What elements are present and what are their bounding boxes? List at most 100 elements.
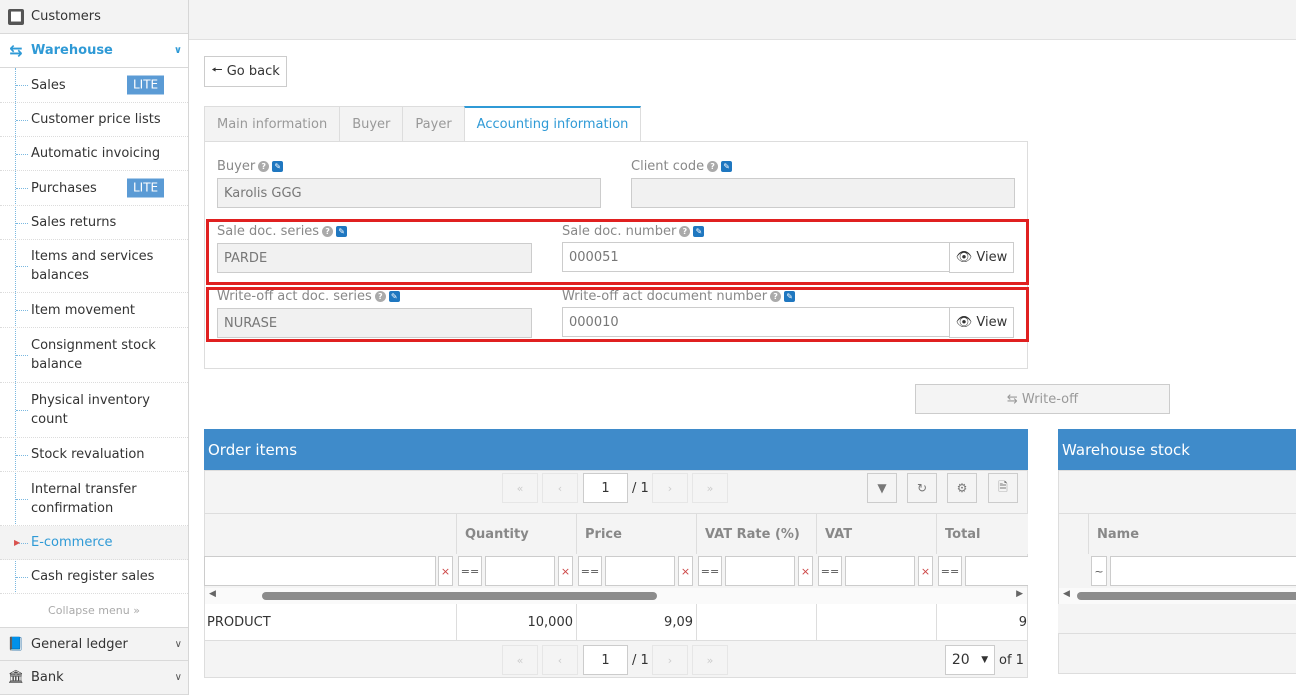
edit-icon[interactable]: ✎ — [784, 291, 795, 302]
clear-filter-icon[interactable]: × — [558, 556, 573, 586]
edit-icon[interactable]: ✎ — [693, 226, 704, 237]
column-header-quantity[interactable]: Quantity — [456, 513, 576, 554]
cell-price: 9,09 — [576, 604, 696, 640]
page-size-select[interactable]: 20▼ — [945, 645, 995, 675]
horizontal-scrollbar[interactable]: ◀ — [1059, 588, 1296, 604]
edit-icon[interactable]: ✎ — [389, 291, 400, 302]
prev-page-button[interactable]: ‹ — [542, 473, 578, 503]
sidebar-item-purchases[interactable]: PurchasesLITE — [0, 171, 188, 206]
tab-main-information[interactable]: Main information — [204, 106, 339, 142]
filter-total-input[interactable] — [965, 556, 1028, 586]
sidebar-item-sales[interactable]: SalesLITE — [0, 68, 188, 103]
sidebar-item-customer-price-lists[interactable]: Customer price lists — [0, 103, 188, 137]
filter-name-input[interactable] — [1110, 556, 1296, 586]
client-code-field[interactable] — [631, 178, 1015, 208]
first-page-button[interactable]: « — [502, 473, 538, 503]
tab-accounting-information[interactable]: Accounting information — [464, 106, 642, 142]
first-page-button[interactable]: « — [502, 645, 538, 675]
sidebar-item-physical-inventory[interactable]: Physical inventory count — [0, 383, 188, 438]
sidebar-item-items-balances[interactable]: Items and services balances — [0, 240, 188, 293]
sidebar-item-consignment-stock[interactable]: Consignment stock balance — [0, 328, 188, 383]
sidebar-item-cash-register[interactable]: Cash register sales — [0, 560, 188, 594]
excel-export-icon[interactable]: 🗎 — [988, 473, 1018, 503]
filter-icon[interactable]: ▼ — [867, 473, 897, 503]
page-input[interactable]: 1 — [583, 645, 628, 675]
next-page-button[interactable]: › — [652, 645, 688, 675]
scroll-left-icon[interactable]: ◀ — [1063, 589, 1070, 599]
help-icon[interactable]: ? — [258, 161, 269, 172]
sidebar-item-item-movement[interactable]: Item movement — [0, 293, 188, 328]
scrollbar-thumb[interactable] — [262, 592, 657, 600]
chevron-down-icon: ∨ — [175, 672, 182, 683]
sidebar-item-automatic-invoicing[interactable]: Automatic invoicing — [0, 137, 188, 171]
filter-name-input[interactable] — [204, 556, 436, 586]
sidebar-item-sales-returns[interactable]: Sales returns — [0, 206, 188, 240]
eye-icon: 👁 — [956, 315, 977, 330]
gear-icon[interactable]: ⚙ — [947, 473, 977, 503]
label: Items and services balances — [31, 247, 168, 285]
scrollbar-thumb[interactable] — [1077, 592, 1296, 600]
help-icon[interactable]: ? — [770, 291, 781, 302]
filter-operator[interactable]: == — [818, 556, 842, 586]
writeoff-number-field[interactable]: 000010 — [562, 307, 950, 337]
filter-vat-rate-input[interactable] — [725, 556, 795, 586]
help-icon[interactable]: ? — [679, 226, 690, 237]
sidebar-item-general-ledger[interactable]: 📘 General ledger ∨ — [0, 627, 188, 661]
column-header-vat-rate[interactable]: VAT Rate (%) — [696, 513, 816, 554]
tab-buyer[interactable]: Buyer — [339, 106, 402, 142]
next-page-button[interactable]: › — [652, 473, 688, 503]
refresh-icon[interactable]: ↻ — [907, 473, 937, 503]
last-page-button[interactable]: » — [692, 473, 728, 503]
column-header-price[interactable]: Price — [576, 513, 696, 554]
prev-page-button[interactable]: ‹ — [542, 645, 578, 675]
scroll-right-icon[interactable]: ▶ — [1016, 589, 1023, 599]
sidebar-item-e-commerce[interactable]: ▶E-commerce — [0, 526, 188, 560]
write-off-button[interactable]: ⇆ Write-off — [915, 384, 1170, 414]
view-writeoff-button[interactable]: 👁 View — [949, 307, 1014, 338]
sidebar-item-internal-transfer[interactable]: Internal transfer confirmation — [0, 472, 188, 526]
sidebar-item-bank[interactable]: 🏛 Bank ∨ — [0, 661, 188, 695]
view-sale-button[interactable]: 👁 View — [949, 242, 1014, 273]
buyer-field[interactable]: Karolis GGG — [217, 178, 601, 208]
go-back-button[interactable]: 🠔 Go back — [204, 56, 287, 87]
filter-operator[interactable]: == — [578, 556, 602, 586]
filter-operator[interactable]: == — [458, 556, 482, 586]
column-header-name[interactable] — [204, 513, 456, 554]
edit-icon[interactable]: ✎ — [721, 161, 732, 172]
help-icon[interactable]: ? — [375, 291, 386, 302]
clear-filter-icon[interactable]: × — [678, 556, 693, 586]
sidebar-item-customers[interactable]: ■ Customers — [0, 0, 188, 34]
column-header-vat[interactable]: VAT — [816, 513, 936, 554]
clear-filter-icon[interactable]: × — [918, 556, 933, 586]
horizontal-scrollbar[interactable]: ◀ ▶ — [205, 588, 1027, 604]
column-header-name[interactable]: Name — [1088, 513, 1296, 554]
writeoff-series-field[interactable]: NURASE — [217, 308, 532, 338]
clear-filter-icon[interactable]: × — [438, 556, 453, 586]
scroll-left-icon[interactable]: ◀ — [209, 589, 216, 599]
collapse-menu-button[interactable]: Collapse menu » — [0, 594, 188, 627]
column-header-total[interactable]: Total — [936, 513, 1028, 554]
label: Write-off — [1022, 392, 1078, 407]
page-input[interactable]: 1 — [583, 473, 628, 503]
filter-operator[interactable]: == — [698, 556, 722, 586]
help-icon[interactable]: ? — [322, 226, 333, 237]
buyer-label: Buyer?✎ — [217, 159, 283, 174]
clear-filter-icon[interactable]: × — [798, 556, 813, 586]
label: E-commerce — [31, 533, 113, 552]
sale-series-field[interactable]: PARDE — [217, 243, 532, 273]
tab-payer[interactable]: Payer — [402, 106, 463, 142]
filter-vat-input[interactable] — [845, 556, 915, 586]
edit-icon[interactable]: ✎ — [272, 161, 283, 172]
last-page-button[interactable]: » — [692, 645, 728, 675]
help-icon[interactable]: ? — [707, 161, 718, 172]
sidebar: ■ Customers ⇆ Warehouse ∨ SalesLITE Cust… — [0, 0, 189, 695]
filter-operator[interactable]: ~ — [1091, 556, 1107, 586]
sidebar-item-stock-revaluation[interactable]: Stock revaluation — [0, 438, 188, 472]
sidebar-item-warehouse[interactable]: ⇆ Warehouse ∨ — [0, 34, 188, 68]
filter-price-input[interactable] — [605, 556, 675, 586]
filter-operator[interactable]: == — [938, 556, 962, 586]
filter-quantity-input[interactable] — [485, 556, 555, 586]
edit-icon[interactable]: ✎ — [336, 226, 347, 237]
label: Consignment stock balance — [31, 336, 168, 374]
sale-number-field[interactable]: 000051 — [562, 242, 950, 272]
